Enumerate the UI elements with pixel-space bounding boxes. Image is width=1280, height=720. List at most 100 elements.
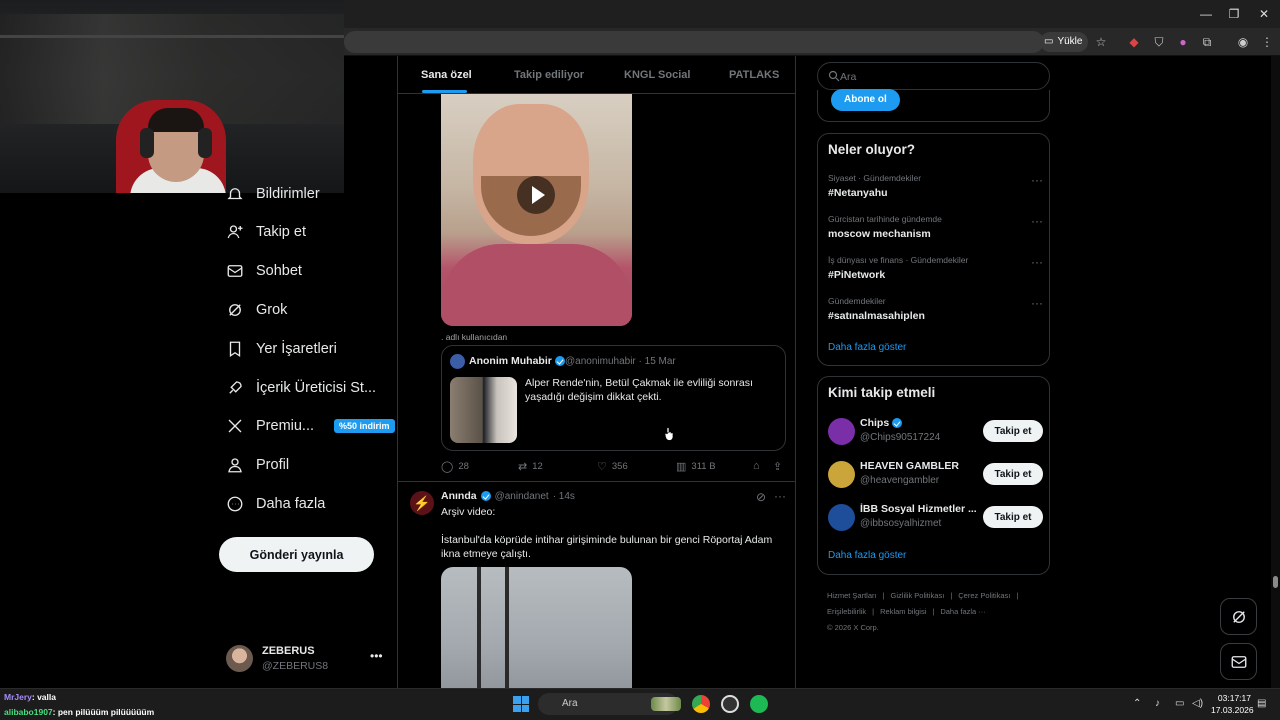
avatar	[828, 461, 855, 488]
avatar[interactable]: ⚡	[410, 491, 434, 515]
tab-for-you[interactable]: Sana özel	[421, 69, 472, 81]
grok-button[interactable]	[1220, 598, 1257, 635]
tray-expand-icon[interactable]: ⌃	[1133, 698, 1141, 709]
microphone-icon[interactable]: ♪	[1155, 698, 1160, 709]
footer-link[interactable]: Çerez Politikası	[958, 591, 1010, 600]
upload-label: Yükle	[1057, 36, 1083, 47]
tab-following[interactable]: Takip ediliyor	[514, 69, 584, 81]
puzzle-icon[interactable]: ⧉	[1199, 34, 1215, 50]
close-icon[interactable]: ✕	[1256, 6, 1272, 22]
shield-icon[interactable]: ⛉	[1151, 34, 1167, 50]
suggested-account[interactable]: HEAVEN GAMBLER @heavengambler Takip et	[828, 458, 1043, 492]
follow-button[interactable]: Takip et	[983, 463, 1043, 485]
obs-icon[interactable]	[721, 695, 739, 713]
address-bar[interactable]	[344, 31, 1044, 53]
post-button[interactable]: Gönderi yayınla	[219, 537, 374, 572]
footer-link[interactable]: Erişilebilirlik	[827, 607, 866, 616]
timeline-tabs: Sana özel Takip ediliyor KNGL Social PAT…	[398, 56, 795, 94]
show-more-link[interactable]: Daha fazla göster	[828, 550, 906, 561]
trend-item[interactable]: Gürcistan tarihinde gündemde moscow mech…	[828, 214, 1043, 244]
footer-link[interactable]: Hizmet Şartları	[827, 591, 877, 600]
share-button[interactable]: ⇪	[773, 460, 782, 473]
footer-link[interactable]: Gizlilik Politikası	[891, 591, 945, 600]
minimize-icon[interactable]: —	[1198, 6, 1214, 22]
follow-button[interactable]: Takip et	[983, 420, 1043, 442]
bookmark-icon: ⌂	[753, 460, 760, 472]
nav-bookmarks[interactable]: Yer İşaretleri	[226, 335, 337, 363]
nav-premium[interactable]: Premiu... %50 indirim	[226, 412, 395, 440]
footer-link[interactable]: Daha fazla ···	[940, 607, 985, 616]
tab-patlaks[interactable]: PATLAKS	[729, 69, 779, 81]
profile-icon[interactable]: ◉	[1235, 34, 1251, 50]
nav-creator-studio[interactable]: İçerik Üreticisi St...	[226, 374, 376, 402]
follow-button[interactable]: Takip et	[983, 506, 1043, 528]
retweet-button[interactable]: ⇄ 12	[518, 460, 543, 473]
quote-author: Anonim Muhabir	[469, 355, 565, 367]
more-circle-icon	[226, 495, 244, 513]
extension-icon[interactable]: ◆	[1126, 34, 1142, 50]
heart-icon: ♡	[597, 461, 607, 473]
avatar	[828, 418, 855, 445]
trend-item[interactable]: İş dünyası ve finans · Gündemdekiler #Pi…	[828, 255, 1043, 285]
more-icon[interactable]: ···	[774, 489, 786, 503]
show-more-link[interactable]: Daha fazla göster	[828, 342, 906, 353]
volume-icon[interactable]: ◁)	[1192, 698, 1203, 709]
person-icon	[226, 456, 244, 474]
restore-icon[interactable]: ❐	[1226, 6, 1242, 22]
scrollbar-thumb[interactable]	[1273, 576, 1278, 588]
play-icon[interactable]	[517, 176, 555, 214]
spotify-icon[interactable]	[750, 695, 768, 713]
quoted-tweet[interactable]: Anonim Muhabir @anonimuhabir · 15 Mar Al…	[441, 345, 786, 451]
network-icon[interactable]: ▭	[1175, 698, 1184, 709]
notification-icon[interactable]: ▤	[1257, 698, 1266, 709]
nav-notifications[interactable]: Bildirimler	[226, 180, 320, 208]
views-button[interactable]: ▥ 311 B	[676, 460, 716, 473]
nav-profile[interactable]: Profil	[226, 451, 289, 479]
more-icon[interactable]: •••	[370, 649, 383, 663]
suggested-account[interactable]: Chips @Chips90517224 Takip et	[828, 415, 1043, 449]
search-input[interactable]: Ara	[817, 62, 1050, 90]
video-player[interactable]	[441, 567, 632, 688]
account-name: ZEBERUS	[262, 645, 315, 657]
mail-icon	[226, 262, 244, 280]
trend-item[interactable]: Siyaset · Gündemdekiler #Netanyahu ···	[828, 173, 1043, 203]
star-icon[interactable]: ☆	[1093, 34, 1109, 50]
taskbar-clock[interactable]: 03:17:17 17.03.2026	[1211, 692, 1254, 716]
verified-icon	[480, 491, 491, 501]
trend-item[interactable]: Gündemdekiler #satınalmasahiplen ···	[828, 296, 1043, 326]
video-player[interactable]	[441, 94, 632, 326]
like-button[interactable]: ♡ 356	[597, 460, 628, 473]
reply-button[interactable]: ◯ 28	[441, 460, 469, 473]
nav-grok[interactable]: Grok	[226, 296, 287, 324]
nav-follow[interactable]: Takip et	[226, 218, 306, 246]
subscribe-button[interactable]: Abone ol	[831, 89, 900, 111]
windows-start-icon[interactable]	[513, 696, 529, 712]
tweet-text: Arşiv video: İstanbul'da köprüde intihar…	[441, 506, 773, 560]
tweet-handle: @anindanet	[494, 490, 549, 502]
bookmark-button[interactable]: ⌂	[753, 460, 760, 472]
tweet-author[interactable]: Anında	[441, 490, 477, 502]
menu-icon[interactable]: ⋮	[1259, 34, 1275, 50]
bookmark-icon	[226, 340, 244, 358]
footer-link[interactable]: Reklam bilgisi	[880, 607, 926, 616]
messages-button[interactable]	[1220, 643, 1257, 680]
active-tab-indicator	[422, 90, 467, 93]
chrome-icon[interactable]	[692, 695, 710, 713]
more-icon[interactable]: ···	[1031, 173, 1043, 187]
nav-label: Yer İşaretleri	[256, 341, 337, 357]
nav-label: Daha fazla	[256, 496, 326, 512]
more-icon[interactable]: ···	[1031, 255, 1043, 269]
extension-icon[interactable]: ●	[1175, 34, 1191, 50]
upload-button[interactable]: ▭ Yükle	[1040, 32, 1089, 52]
source-label: . adlı kullanıcıdan	[441, 332, 508, 342]
nav-more[interactable]: Daha fazla	[226, 490, 325, 518]
scrollbar[interactable]	[1271, 56, 1280, 688]
suggested-account[interactable]: İBB Sosyal Hizmetler ... @ibbsosyalhizme…	[828, 501, 1043, 535]
nav-label: Profil	[256, 457, 290, 473]
grok-icon[interactable]: ⊘	[756, 490, 766, 504]
account-switcher[interactable]: ZEBERUS @ZEBERUS8 •••	[226, 643, 386, 675]
more-icon[interactable]: ···	[1031, 296, 1043, 310]
more-icon[interactable]: ···	[1031, 214, 1043, 228]
nav-chat[interactable]: Sohbet	[226, 257, 302, 285]
tab-kngl-social[interactable]: KNGL Social	[624, 69, 690, 81]
